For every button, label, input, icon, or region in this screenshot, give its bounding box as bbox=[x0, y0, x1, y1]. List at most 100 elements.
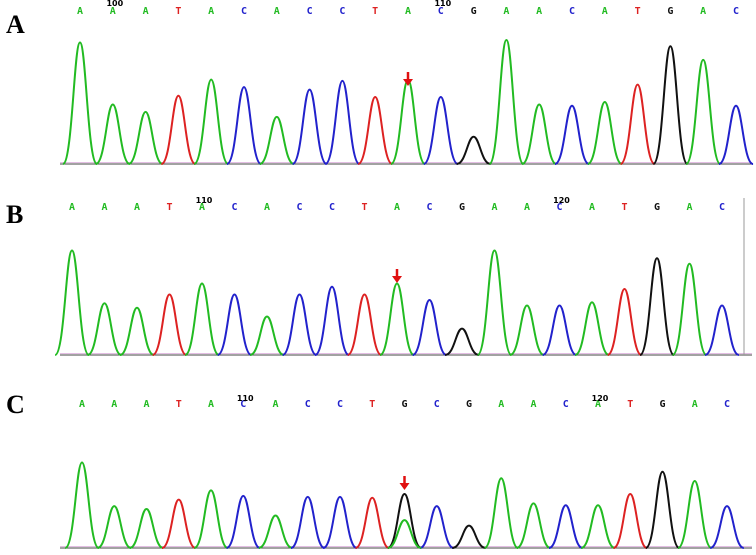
mutation-arrow-icon bbox=[392, 276, 402, 283]
panel-c: C A A A T A C A C C T G C G A A C A T G A C 110 120 bbox=[0, 380, 756, 555]
base-call-8: C bbox=[339, 6, 345, 17]
base-call-12: G bbox=[466, 399, 472, 410]
peak-C-8 bbox=[314, 285, 350, 356]
peak-A-0 bbox=[61, 41, 99, 165]
peak-T-9 bbox=[347, 293, 382, 356]
peak-T-9 bbox=[354, 496, 390, 549]
panel-a: A A A A T A C A C C T A C G A A C A T G A C 100 110 bbox=[0, 0, 756, 180]
base-call-3: T bbox=[175, 6, 181, 17]
base-call-10: A bbox=[405, 6, 411, 17]
peak-A-6 bbox=[249, 315, 285, 356]
chromatogram-a: A A A T A C A C C T A C G A A C A T G A C100 110 bbox=[60, 0, 754, 165]
base-call-2: A bbox=[143, 6, 149, 17]
position-label-110: 110 bbox=[237, 394, 254, 403]
base-call-19: A bbox=[686, 202, 692, 213]
position-label-100: 100 bbox=[106, 0, 123, 8]
peak-A-6 bbox=[258, 514, 293, 549]
base-call-14: A bbox=[530, 399, 536, 410]
base-call-7: C bbox=[296, 202, 302, 213]
peak-A-1 bbox=[95, 103, 131, 165]
peak-T-3 bbox=[161, 498, 197, 549]
base-call-6: A bbox=[272, 399, 278, 410]
peak-A-2 bbox=[129, 507, 164, 549]
peak-C-15 bbox=[554, 104, 590, 165]
base-call-18: G bbox=[667, 6, 673, 17]
peak-A-14 bbox=[509, 304, 545, 356]
base-call-7: C bbox=[307, 6, 313, 17]
peak-A-13 bbox=[483, 477, 519, 549]
base-call-8: C bbox=[337, 399, 343, 410]
peak-A-19 bbox=[685, 58, 722, 165]
base-call-17: T bbox=[635, 6, 641, 17]
peak-T-3 bbox=[160, 94, 197, 165]
peak-A-0 bbox=[54, 249, 90, 356]
peak-G-18 bbox=[652, 45, 689, 165]
base-call-18: G bbox=[659, 399, 665, 410]
peak-A-16 bbox=[587, 100, 623, 165]
peak-C-5 bbox=[217, 293, 252, 356]
peak-A-4 bbox=[193, 78, 230, 165]
peak-C-20 bbox=[709, 505, 745, 549]
peak-T-17 bbox=[619, 83, 656, 165]
base-call-4: A bbox=[208, 6, 214, 17]
base-call-10: G bbox=[401, 399, 407, 410]
base-call-9: T bbox=[361, 202, 367, 213]
base-call-8: C bbox=[329, 202, 335, 213]
base-call-3: T bbox=[176, 399, 182, 410]
peak-A-6 bbox=[259, 115, 295, 165]
peak-A-19 bbox=[677, 480, 713, 549]
chromatogram-c: A A A T A C A C C T G C G A A C A T G A C110 120 bbox=[60, 394, 752, 549]
peak-C-5 bbox=[225, 494, 261, 549]
base-call-16: A bbox=[589, 202, 595, 213]
peak-A-1 bbox=[87, 302, 122, 356]
mutation-arrow-icon bbox=[399, 483, 410, 490]
base-call-11: C bbox=[434, 399, 440, 410]
peak-C-7 bbox=[291, 88, 328, 165]
base-call-20: C bbox=[733, 6, 739, 17]
base-call-9: T bbox=[369, 399, 375, 410]
panel-b: B A A A T A C A C C T A C G A A C A T G A C 110 120 bbox=[0, 190, 756, 365]
peak-G-18 bbox=[644, 470, 681, 549]
position-label-110: 110 bbox=[196, 196, 213, 205]
base-call-17: T bbox=[621, 202, 627, 213]
peak-T-17 bbox=[607, 287, 642, 356]
peak-C-15 bbox=[542, 304, 577, 356]
base-call-16: A bbox=[602, 6, 608, 17]
peak-A-16 bbox=[574, 301, 610, 356]
position-label-120: 120 bbox=[592, 394, 609, 403]
peak-A-13 bbox=[488, 38, 525, 165]
base-call-14: A bbox=[536, 6, 542, 17]
peak-A-10 bbox=[379, 282, 415, 356]
peak-A-14 bbox=[521, 103, 557, 165]
peak-T-3 bbox=[152, 293, 187, 356]
peak-C-11 bbox=[419, 505, 454, 549]
base-call-7: C bbox=[305, 399, 311, 410]
base-call-0: A bbox=[69, 202, 75, 213]
base-call-2: A bbox=[134, 202, 140, 213]
peak-G-18 bbox=[639, 257, 675, 356]
base-call-3: T bbox=[166, 202, 172, 213]
base-call-0: A bbox=[77, 6, 83, 17]
base-call-14: A bbox=[524, 202, 530, 213]
peak-C-20 bbox=[718, 104, 754, 165]
peak-C-8 bbox=[322, 495, 358, 549]
base-call-6: A bbox=[264, 202, 270, 213]
peak-C-11 bbox=[412, 298, 447, 356]
peak-T-9 bbox=[357, 96, 393, 165]
base-call-9: T bbox=[372, 6, 378, 17]
base-call-11: C bbox=[426, 202, 432, 213]
base-call-20: C bbox=[719, 202, 725, 213]
peak-A-13 bbox=[476, 249, 513, 356]
base-call-12: G bbox=[459, 202, 465, 213]
peak-A-16 bbox=[580, 504, 616, 549]
peak-C-8 bbox=[324, 79, 361, 165]
peak-G-12 bbox=[451, 524, 487, 549]
mutation-arrow-icon bbox=[403, 79, 413, 86]
base-call-20: C bbox=[724, 399, 730, 410]
peak-A-4 bbox=[193, 489, 229, 549]
peak-C-7 bbox=[282, 293, 317, 356]
peak-G-12 bbox=[456, 135, 491, 165]
base-call-18: G bbox=[654, 202, 660, 213]
base-call-12: G bbox=[471, 6, 477, 17]
base-call-15: C bbox=[569, 6, 575, 17]
